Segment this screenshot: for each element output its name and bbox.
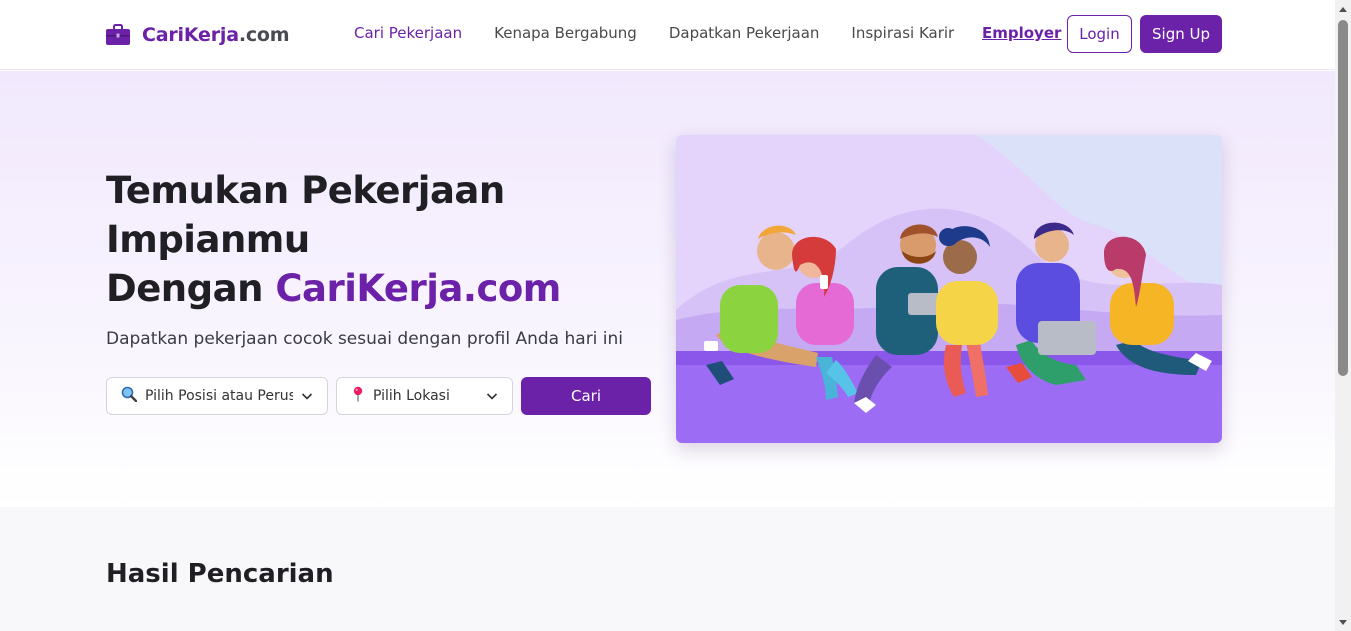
- search-icon: [121, 386, 138, 406]
- nav-kenapa-bergabung[interactable]: Kenapa Bergabung: [494, 24, 637, 42]
- top-navbar: CariKerja.com Cari Pekerjaan Kenapa Berg…: [0, 0, 1335, 70]
- brand-name: CariKerja.com: [142, 24, 290, 46]
- position-select[interactable]: Pilih Posisi atau Perusahaan: [106, 377, 328, 415]
- scroll-down-arrow-icon[interactable]: [1339, 620, 1347, 625]
- login-button[interactable]: Login: [1067, 15, 1132, 53]
- hero-section: Temukan Pekerjaan Impianmu Dengan CariKe…: [0, 71, 1335, 507]
- main-nav: Cari Pekerjaan Kenapa Bergabung Dapatkan…: [354, 24, 954, 42]
- signup-button[interactable]: Sign Up: [1140, 15, 1222, 53]
- briefcase-icon: [106, 24, 130, 46]
- hero-illustration: [676, 135, 1222, 443]
- nav-cari-pekerjaan[interactable]: Cari Pekerjaan: [354, 24, 462, 42]
- position-select-value: Pilih Posisi atau Perusahaan: [145, 388, 293, 404]
- scrollbar-thumb[interactable]: [1338, 20, 1348, 376]
- scroll-up-arrow-icon[interactable]: [1339, 7, 1347, 12]
- hero-subtitle: Dapatkan pekerjaan cocok sesuai dengan p…: [106, 329, 624, 349]
- results-section: Hasil Pencarian: [0, 507, 1335, 631]
- brand-logo[interactable]: CariKerja.com: [106, 24, 290, 46]
- search-button[interactable]: Cari: [521, 377, 651, 415]
- employer-link[interactable]: Employer: [982, 24, 1061, 42]
- nav-dapatkan-pekerjaan[interactable]: Dapatkan Pekerjaan: [669, 24, 820, 42]
- location-pin-icon: [351, 386, 365, 406]
- vertical-scrollbar[interactable]: [1335, 0, 1351, 631]
- location-select-value: Pilih Lokasi: [373, 388, 450, 404]
- chevron-down-icon: [486, 390, 498, 402]
- chevron-down-icon: [301, 390, 313, 402]
- results-title: Hasil Pencarian: [106, 559, 334, 589]
- hero-title: Temukan Pekerjaan Impianmu Dengan CariKe…: [106, 169, 561, 310]
- location-select[interactable]: Pilih Lokasi: [336, 377, 513, 415]
- nav-inspirasi-karir[interactable]: Inspirasi Karir: [851, 24, 954, 42]
